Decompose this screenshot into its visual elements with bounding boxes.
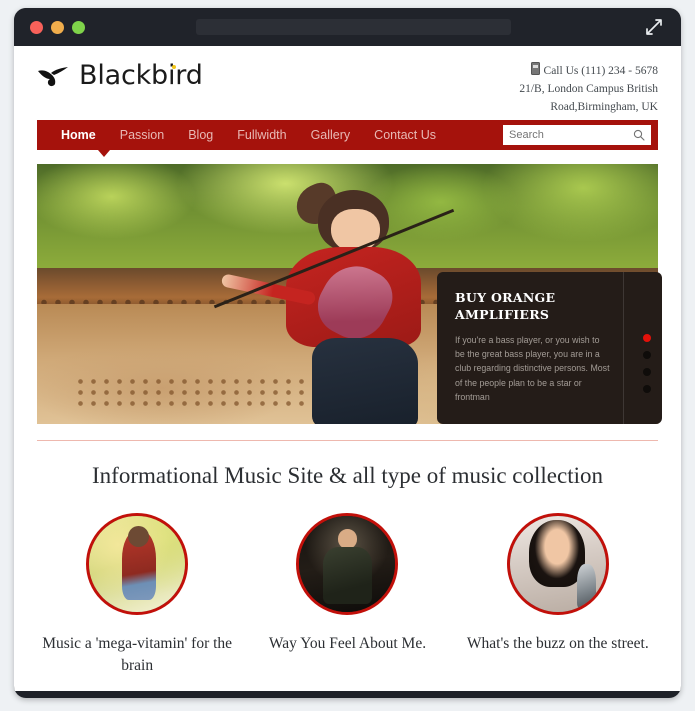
address-bar[interactable] (196, 19, 511, 35)
contact-phone-label: Call Us (111) 234 - 5678 (543, 65, 658, 77)
slide-caption-title: BUY ORANGE AMPLIFIERS (455, 290, 556, 322)
feature-card-list: Music a 'mega-vitamin' for the brain Way… (32, 513, 663, 678)
website-page: Blackbird Call Us (111) 234 - 5678 21/B,… (14, 46, 681, 678)
mobile-phone-icon (530, 62, 540, 75)
browser-window: Blackbird Call Us (111) 234 - 5678 21/B,… (14, 8, 681, 698)
section-divider (37, 440, 658, 441)
violinist-thumbnail[interactable] (86, 513, 189, 615)
slider-bullet-4[interactable] (643, 385, 651, 393)
logo-accent-dot (171, 65, 176, 69)
contact-address-line-2: Road,Birmingham, UK (550, 100, 658, 113)
search-box (503, 125, 651, 145)
slider-pagination (643, 334, 651, 393)
slide-caption-panel: BUY ORANGE AMPLIFIERS If you're a bass p… (437, 272, 662, 424)
search-input[interactable] (503, 126, 633, 144)
maximize-window-button[interactable] (72, 21, 85, 34)
figure-legs (311, 337, 419, 424)
logo-text: Blackbird (79, 60, 203, 91)
expand-arrows-icon[interactable] (645, 18, 663, 36)
hero-slider: BUY ORANGE AMPLIFIERS If you're a bass p… (37, 164, 662, 424)
feature-card-3[interactable]: What's the buzz on the street. (453, 513, 663, 678)
minimize-window-button[interactable] (51, 21, 64, 34)
site-logo[interactable]: Blackbird (37, 60, 203, 91)
slider-bullet-2[interactable] (643, 351, 651, 359)
nav-item-blog[interactable]: Blog (176, 120, 225, 150)
search-icon[interactable] (633, 129, 645, 141)
nav-item-gallery[interactable]: Gallery (299, 120, 363, 150)
main-navigation: Home Passion Blog Fullwidth Gallery Cont… (37, 120, 658, 157)
page-title: Informational Music Site & all type of m… (92, 463, 603, 488)
violinist-figure (214, 177, 455, 424)
traffic-lights (30, 21, 85, 34)
slider-bullet-3[interactable] (643, 368, 651, 376)
slide-caption-text: If you're a bass player, or you wish to … (455, 334, 610, 402)
feature-card-1[interactable]: Music a 'mega-vitamin' for the brain (32, 513, 242, 678)
guitarist-thumbnail[interactable] (296, 513, 399, 615)
contact-address-line-1: 21/B, London Campus British (519, 82, 658, 95)
contact-info: Call Us (111) 234 - 5678 21/B, London Ca… (519, 62, 658, 116)
contact-phone-line: Call Us (111) 234 - 5678 (519, 62, 658, 81)
feature-card-1-caption: Music a 'mega-vitamin' for the brain (42, 635, 233, 675)
active-nav-pointer (98, 150, 110, 157)
singer-thumbnail[interactable] (506, 513, 609, 615)
figure-face (331, 208, 380, 252)
caption-divider (623, 272, 624, 424)
close-window-button[interactable] (30, 21, 43, 34)
nav-item-list: Home Passion Blog Fullwidth Gallery Cont… (37, 120, 448, 150)
nav-item-contact-us[interactable]: Contact Us (362, 120, 448, 150)
browser-titlebar (14, 8, 681, 46)
slider-bullet-1[interactable] (643, 334, 651, 342)
feature-card-3-caption: What's the buzz on the street. (466, 635, 649, 652)
feature-card-2[interactable]: Way You Feel About Me. (242, 513, 452, 678)
nav-item-passion[interactable]: Passion (108, 120, 176, 150)
nav-item-fullwidth[interactable]: Fullwidth (225, 120, 298, 150)
feature-card-2-caption: Way You Feel About Me. (268, 635, 427, 652)
nav-item-home[interactable]: Home (49, 120, 108, 150)
bird-icon (38, 66, 68, 86)
page-viewport: Blackbird Call Us (111) 234 - 5678 21/B,… (14, 46, 681, 691)
site-header: Blackbird Call Us (111) 234 - 5678 21/B,… (14, 46, 681, 120)
